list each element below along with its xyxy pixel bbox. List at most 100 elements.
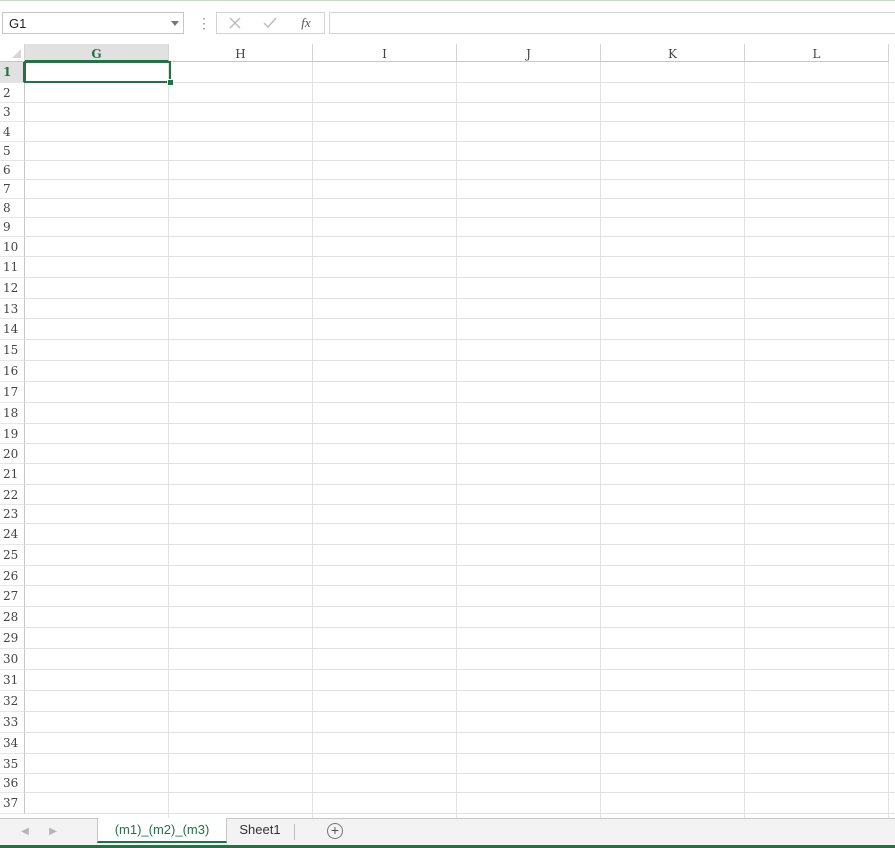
cancel-icon xyxy=(229,17,241,29)
column-gridline xyxy=(744,62,745,818)
row-header-1[interactable]: 1 xyxy=(0,62,25,83)
column-header-h[interactable]: H xyxy=(169,44,313,62)
row-header-33[interactable]: 33 xyxy=(0,712,25,733)
row-header-13[interactable]: 13 xyxy=(0,299,25,319)
row-header-21[interactable]: 21 xyxy=(0,464,25,485)
row-gridline xyxy=(25,298,895,299)
name-box-value: G1 xyxy=(9,16,27,31)
row-gridline xyxy=(25,121,895,122)
row-header-35[interactable]: 35 xyxy=(0,754,25,774)
add-sheet-icon[interactable]: + xyxy=(327,823,343,839)
formula-bar-buttons: fx xyxy=(216,12,325,34)
row-header-5[interactable]: 5 xyxy=(0,142,25,161)
row-gridline xyxy=(25,381,895,382)
sheet-tab-bar: ◀ ▶ (m1)_(m2)_(m3) Sheet1 + xyxy=(0,818,895,848)
select-all-triangle-icon xyxy=(12,49,21,58)
row-gridline xyxy=(25,141,895,142)
row-header-11[interactable]: 11 xyxy=(0,257,25,278)
row-header-12[interactable]: 12 xyxy=(0,278,25,299)
formula-bar-resize-handle[interactable]: ⋮ xyxy=(197,15,211,31)
row-gridline xyxy=(25,256,895,257)
cancel-button[interactable] xyxy=(218,13,252,33)
row-gridline xyxy=(25,753,895,754)
column-header-j[interactable]: J xyxy=(457,44,601,62)
row-header-4[interactable]: 4 xyxy=(0,122,25,142)
row-header-14[interactable]: 14 xyxy=(0,319,25,340)
active-cell-selection[interactable] xyxy=(24,61,171,83)
row-gridline xyxy=(25,523,895,524)
row-gridline xyxy=(25,423,895,424)
row-header-6[interactable]: 6 xyxy=(0,161,25,180)
row-header-28[interactable]: 28 xyxy=(0,607,25,628)
name-box-dropdown-icon[interactable] xyxy=(171,21,179,26)
row-gridline xyxy=(25,402,895,403)
row-gridline xyxy=(25,504,895,505)
row-header-17[interactable]: 17 xyxy=(0,382,25,403)
row-gridline xyxy=(25,648,895,649)
row-gridline xyxy=(25,102,895,103)
column-header-l[interactable]: L xyxy=(745,44,889,62)
row-gridline xyxy=(25,773,895,774)
row-header-29[interactable]: 29 xyxy=(0,628,25,649)
row-header-27[interactable]: 27 xyxy=(0,586,25,607)
row-gridline xyxy=(25,360,895,361)
column-gridline xyxy=(312,62,313,818)
row-header-24[interactable]: 24 xyxy=(0,524,25,545)
row-header-20[interactable]: 20 xyxy=(0,444,25,464)
column-gridline xyxy=(600,62,601,818)
row-header-30[interactable]: 30 xyxy=(0,649,25,670)
column-header-k[interactable]: K xyxy=(601,44,745,62)
formula-bar: G1 ⋮ fx xyxy=(0,0,895,45)
row-gridline xyxy=(25,792,895,793)
row-header-8[interactable]: 8 xyxy=(0,199,25,218)
formula-input[interactable] xyxy=(329,12,895,34)
row-header-26[interactable]: 26 xyxy=(0,566,25,586)
column-header-i[interactable]: I xyxy=(313,44,457,62)
sheet-tab-m1-m2-m3[interactable]: (m1)_(m2)_(m3) xyxy=(97,818,227,843)
column-header-g[interactable]: G xyxy=(25,44,169,62)
row-header-36[interactable]: 36 xyxy=(0,774,25,793)
row-gridline xyxy=(25,236,895,237)
row-gridline xyxy=(25,443,895,444)
row-header-19[interactable]: 19 xyxy=(0,424,25,444)
row-header-25[interactable]: 25 xyxy=(0,545,25,566)
row-gridline xyxy=(25,606,895,607)
row-header-23[interactable]: 23 xyxy=(0,505,25,524)
row-gridline xyxy=(25,198,895,199)
insert-function-button[interactable]: fx xyxy=(289,13,323,33)
row-gridline xyxy=(25,217,895,218)
scroll-tabs-left-icon[interactable]: ◀ xyxy=(20,827,30,837)
row-header-15[interactable]: 15 xyxy=(0,340,25,361)
row-gridline xyxy=(25,318,895,319)
select-all-corner[interactable] xyxy=(0,44,25,62)
enter-button[interactable] xyxy=(253,13,287,33)
column-gridline xyxy=(456,62,457,818)
fill-handle[interactable] xyxy=(167,79,174,86)
row-header-37[interactable]: 37 xyxy=(0,793,25,814)
row-header-3[interactable]: 3 xyxy=(0,103,25,122)
row-header-7[interactable]: 7 xyxy=(0,180,25,199)
row-gridline xyxy=(25,732,895,733)
tab-divider xyxy=(294,824,295,840)
name-box[interactable]: G1 xyxy=(2,12,184,34)
row-header-22[interactable]: 22 xyxy=(0,485,25,505)
row-gridline xyxy=(25,277,895,278)
spreadsheet-grid[interactable]: GHIJKL 1 2 3 4 5 6 7 8 9 10 11 12 13 14 15 16 17 18 19 20 21… xyxy=(0,44,895,818)
row-header-34[interactable]: 34 xyxy=(0,733,25,754)
fx-icon: fx xyxy=(301,15,311,30)
row-header-16[interactable]: 16 xyxy=(0,361,25,382)
row-header-18[interactable]: 18 xyxy=(0,403,25,424)
row-gridline xyxy=(25,339,895,340)
row-header-2[interactable]: 2 xyxy=(0,83,25,103)
scroll-tabs-right-icon[interactable]: ▶ xyxy=(48,827,58,837)
row-header-9[interactable]: 9 xyxy=(0,218,25,237)
row-gridline xyxy=(25,585,895,586)
row-gridline xyxy=(25,463,895,464)
row-header-32[interactable]: 32 xyxy=(0,691,25,712)
row-header-31[interactable]: 31 xyxy=(0,670,25,691)
row-header-10[interactable]: 10 xyxy=(0,237,25,257)
row-gridline xyxy=(25,690,895,691)
column-gridline xyxy=(168,62,169,818)
sheet-tab-sheet1[interactable]: Sheet1 xyxy=(228,818,292,843)
row-gridline xyxy=(25,160,895,161)
